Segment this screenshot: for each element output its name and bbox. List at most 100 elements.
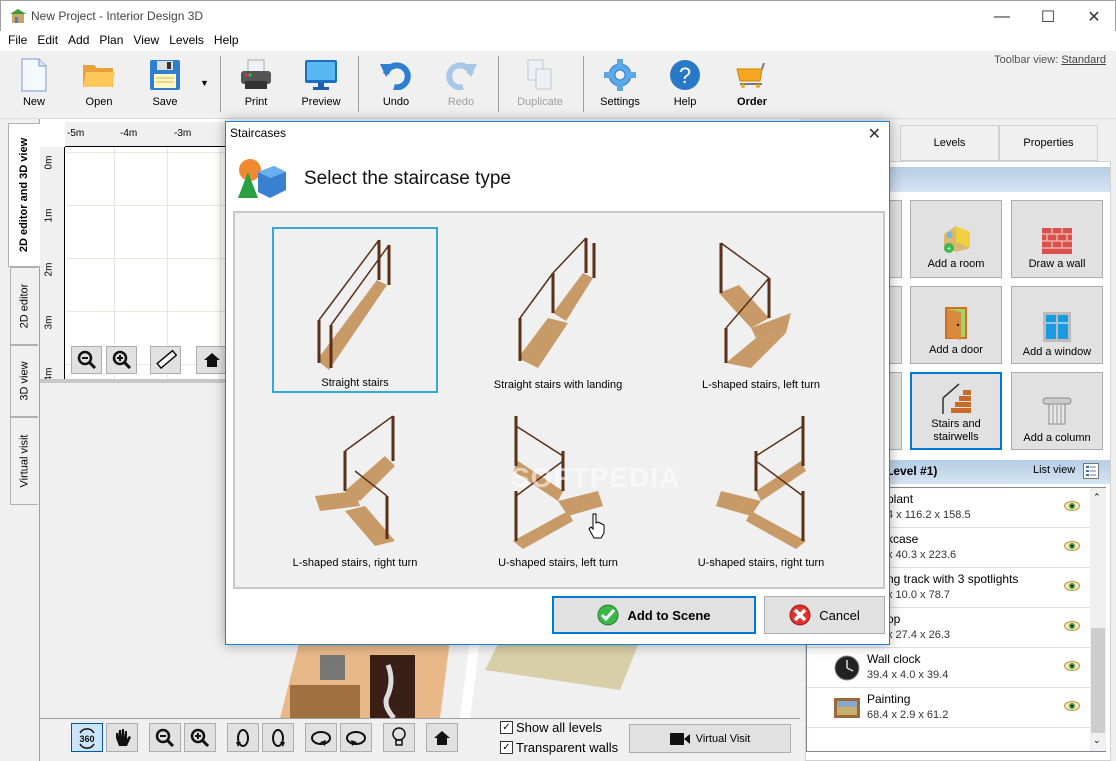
cancel-button[interactable]: Cancel: [764, 596, 885, 634]
hand-icon: [116, 728, 131, 746]
minimize-button[interactable]: —: [979, 1, 1025, 32]
transparent-walls-checkbox[interactable]: ✓ Transparent walls: [500, 740, 618, 755]
print-button[interactable]: Print: [226, 57, 286, 115]
objects-scrollbar[interactable]: ⌃ ⌄: [1090, 488, 1106, 751]
straight-stairs-icon: [317, 239, 391, 370]
option-u-shaped-right-turn[interactable]: U-shaped stairs, right turn: [678, 405, 844, 571]
option-l-shaped-right-turn[interactable]: L-shaped stairs, right turn: [272, 405, 438, 571]
close-button[interactable]: ✕: [1071, 1, 1116, 32]
visibility-eye-icon[interactable]: [1064, 501, 1080, 511]
option-l-shaped-left-turn[interactable]: L-shaped stairs, left turn: [678, 227, 844, 393]
visibility-eye-icon[interactable]: [1064, 581, 1080, 591]
scroll-down-arrow[interactable]: ⌄: [1093, 735, 1101, 746]
menu-plan[interactable]: Plan: [94, 31, 128, 51]
ruler-icon: [155, 349, 177, 370]
add-column-button[interactable]: Add a column: [1011, 372, 1103, 450]
app-icon: [10, 9, 26, 23]
option-straight-stairs[interactable]: Straight stairs: [272, 227, 438, 393]
visibility-eye-icon[interactable]: [1064, 541, 1080, 551]
open-button[interactable]: Open: [69, 57, 129, 115]
rotate-360-icon: 360: [79, 727, 95, 749]
orbit-right-button[interactable]: [340, 723, 372, 752]
rotate-left-icon: [236, 728, 249, 747]
zoom-in-icon: [190, 728, 210, 747]
editor-zoom-out-button[interactable]: [71, 346, 102, 374]
rotate-left-button[interactable]: [227, 723, 259, 752]
new-button[interactable]: New: [4, 57, 64, 115]
stairs-and-stairwells-button[interactable]: Stairs and stairwells: [910, 372, 1002, 450]
editor-measure-button[interactable]: [150, 346, 181, 374]
option-straight-stairs-with-landing[interactable]: Straight stairs with landing: [475, 227, 641, 393]
3d-home-button[interactable]: [426, 723, 458, 752]
list-item[interactable]: Painting 68.4 x 2.9 x 61.2: [807, 688, 1090, 728]
checkbox-checked-icon: ✓: [500, 721, 513, 734]
editor-home-button[interactable]: [196, 346, 227, 374]
dialog-heading: Select the staircase type: [304, 168, 511, 189]
tab-levels[interactable]: Levels: [900, 125, 999, 161]
menu-levels[interactable]: Levels: [164, 31, 209, 51]
dialog-close-button[interactable]: ✕: [868, 124, 881, 144]
save-button[interactable]: Save: [135, 57, 195, 115]
new-document-icon: [21, 58, 47, 92]
list-item[interactable]: Wall clock 39.4 x 4.0 x 39.4: [807, 648, 1090, 688]
order-button[interactable]: Order: [722, 57, 782, 115]
maximize-button[interactable]: ☐: [1025, 1, 1071, 32]
rotate-right-button[interactable]: [262, 723, 294, 752]
list-view-toggle[interactable]: List view: [1033, 464, 1075, 476]
save-dropdown-arrow[interactable]: ▼: [200, 78, 209, 88]
redo-button[interactable]: Redo: [431, 57, 491, 115]
3d-zoom-in-button[interactable]: [184, 723, 216, 752]
undo-button[interactable]: Undo: [366, 57, 426, 115]
brick-wall-icon: [1042, 228, 1072, 254]
show-all-levels-checkbox[interactable]: ✓ Show all levels: [500, 720, 602, 735]
preview-button[interactable]: Preview: [291, 57, 351, 115]
draw-wall-button[interactable]: Draw a wall: [1011, 200, 1103, 278]
menu-view[interactable]: View: [128, 31, 164, 51]
menu-edit[interactable]: Edit: [32, 31, 63, 51]
window-title: New Project - Interior Design 3D: [31, 9, 204, 23]
help-button[interactable]: ? Help: [655, 57, 715, 115]
staircase-type-grid: Straight stairs Straight stairs with lan…: [233, 211, 885, 589]
toolbar-separator: [583, 56, 584, 112]
pan-button[interactable]: [106, 723, 138, 752]
tab-2d-editor[interactable]: 2D editor: [10, 267, 38, 345]
tab-properties[interactable]: Properties: [999, 125, 1098, 161]
visibility-eye-icon[interactable]: [1064, 621, 1080, 631]
orbit-left-icon: [311, 730, 331, 746]
title-bar: New Project - Interior Design 3D — ☐ ✕: [0, 0, 1116, 31]
toolbar-separator: [220, 56, 221, 112]
menu-file[interactable]: File: [3, 31, 32, 51]
3d-zoom-out-button[interactable]: [149, 723, 181, 752]
virtual-visit-button[interactable]: Virtual Visit: [629, 724, 791, 753]
straight-stairs-with-landing-icon: [518, 237, 596, 368]
scrollbar-thumb[interactable]: [1091, 628, 1105, 733]
visibility-eye-icon[interactable]: [1064, 701, 1080, 711]
checkbox-checked-icon: ✓: [500, 741, 513, 754]
toolbar-separator: [358, 56, 359, 112]
toolbar-view-link[interactable]: Standard: [1061, 54, 1106, 66]
add-door-button[interactable]: Add a door: [910, 286, 1002, 364]
rotate-right-icon: [272, 728, 285, 747]
column-icon: [1042, 397, 1072, 425]
visibility-eye-icon[interactable]: [1064, 661, 1080, 671]
add-window-button[interactable]: Add a window: [1011, 286, 1103, 364]
tab-2d-editor-and-3d-view[interactable]: 2D editor and 3D view: [8, 123, 40, 267]
home-icon: [434, 730, 450, 745]
painting-icon: [834, 698, 860, 718]
list-view-icon[interactable]: [1083, 463, 1099, 479]
add-room-button[interactable]: + Add a room: [910, 200, 1002, 278]
settings-button[interactable]: Settings: [590, 57, 650, 115]
checkmark-icon: [597, 604, 619, 626]
scroll-up-arrow[interactable]: ⌃: [1093, 492, 1101, 503]
orbit-left-button[interactable]: [305, 723, 337, 752]
zoom-out-icon: [155, 728, 175, 747]
menu-help[interactable]: Help: [209, 31, 244, 51]
tab-3d-view[interactable]: 3D view: [10, 345, 38, 417]
editor-zoom-in-button[interactable]: [106, 346, 137, 374]
light-button[interactable]: [383, 723, 415, 752]
duplicate-button[interactable]: Duplicate: [510, 57, 570, 115]
rotate-360-button[interactable]: 360: [71, 723, 103, 752]
menu-add[interactable]: Add: [63, 31, 94, 51]
add-to-scene-button[interactable]: Add to Scene: [552, 596, 756, 634]
tab-virtual-visit[interactable]: Virtual visit: [10, 417, 38, 505]
